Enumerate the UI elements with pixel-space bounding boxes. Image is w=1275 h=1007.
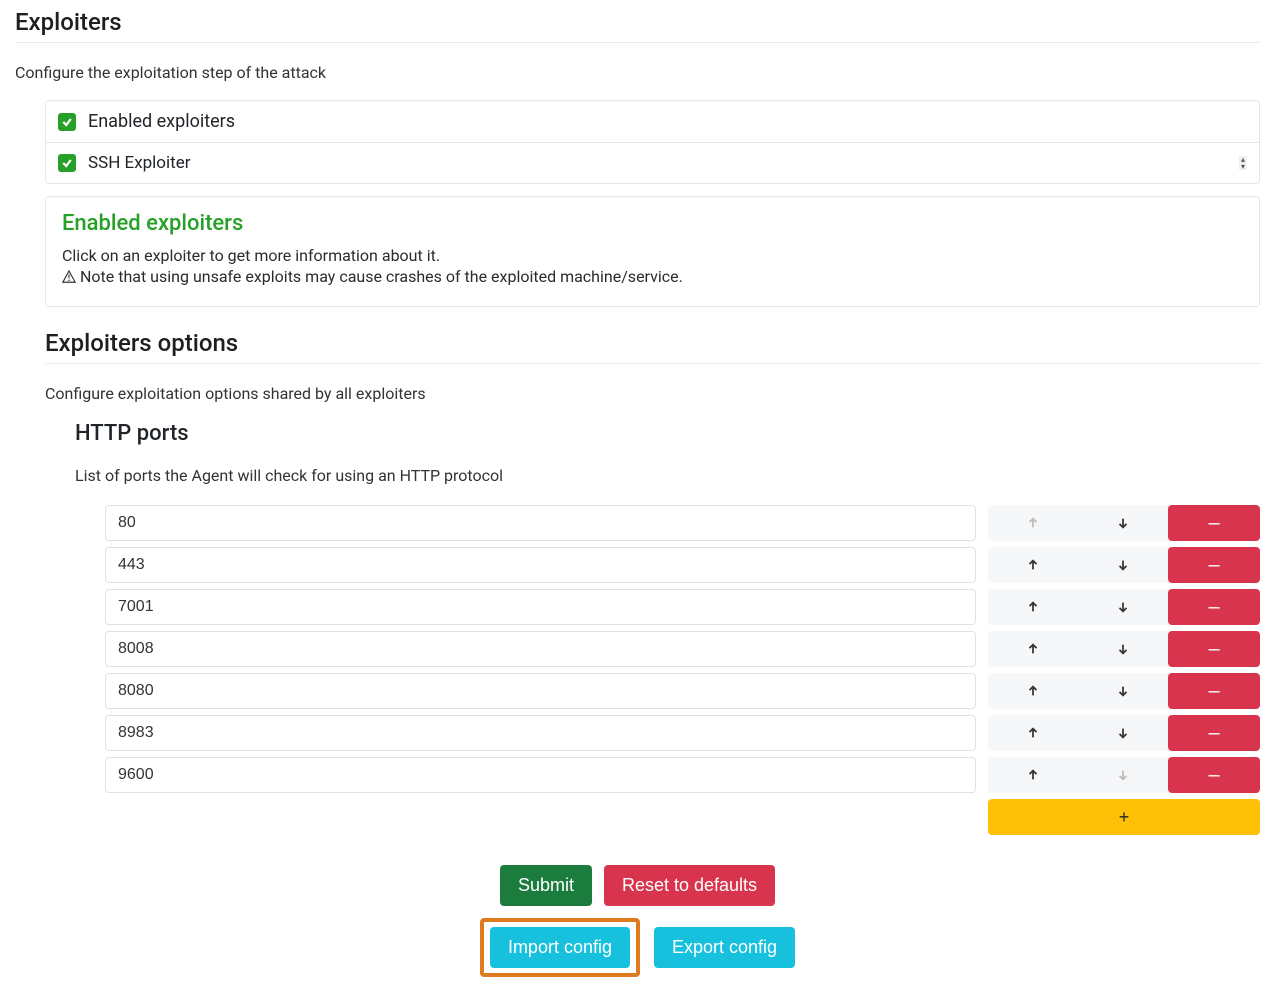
- port-row-controls: –: [988, 505, 1260, 541]
- exploiters-desc: Configure the exploitation step of the a…: [15, 63, 1260, 82]
- port-row: –: [105, 757, 1260, 793]
- port-row: –: [105, 631, 1260, 667]
- exploiters-options-heading: Exploiters options: [45, 329, 1260, 364]
- move-down-button[interactable]: [1078, 631, 1168, 667]
- move-up-button[interactable]: [988, 631, 1078, 667]
- http-ports-list: – – – – – – – +: [105, 505, 1260, 835]
- info-line-1: Click on an exploiter to get more inform…: [62, 246, 1243, 265]
- remove-port-button[interactable]: –: [1168, 547, 1260, 583]
- exploiter-item-row[interactable]: SSH Exploiter ▴ ▾: [46, 142, 1259, 183]
- info-line-2: Note that using unsafe exploits may caus…: [62, 267, 1243, 286]
- move-up-button[interactable]: [988, 673, 1078, 709]
- enabled-exploiters-panel: Enabled exploiters SSH Exploiter ▴ ▾: [45, 100, 1260, 184]
- reset-defaults-button[interactable]: Reset to defaults: [604, 865, 775, 906]
- port-input[interactable]: [105, 673, 976, 709]
- exploiters-options-desc: Configure exploitation options shared by…: [45, 384, 1260, 403]
- port-row-controls: –: [988, 673, 1260, 709]
- export-config-button[interactable]: Export config: [654, 927, 795, 968]
- enabled-exploiters-info: Enabled exploiters Click on an exploiter…: [45, 196, 1260, 307]
- exploiter-item-label: SSH Exploiter: [88, 153, 190, 173]
- import-highlight-frame: Import config: [480, 918, 640, 977]
- remove-port-button[interactable]: –: [1168, 715, 1260, 751]
- move-down-button[interactable]: [1078, 547, 1168, 583]
- port-row: –: [105, 589, 1260, 625]
- remove-port-button[interactable]: –: [1168, 631, 1260, 667]
- checkbox-checked-icon[interactable]: [58, 154, 76, 172]
- add-port-button[interactable]: +: [988, 799, 1260, 835]
- info-warning-text: Note that using unsafe exploits may caus…: [80, 267, 683, 286]
- remove-port-button[interactable]: –: [1168, 505, 1260, 541]
- spinner-control[interactable]: ▴ ▾: [1239, 156, 1247, 170]
- warning-icon: [62, 269, 76, 283]
- remove-port-button[interactable]: –: [1168, 673, 1260, 709]
- remove-port-button[interactable]: –: [1168, 589, 1260, 625]
- move-up-button[interactable]: [988, 547, 1078, 583]
- port-input[interactable]: [105, 547, 976, 583]
- port-input[interactable]: [105, 589, 976, 625]
- spinner-down-icon[interactable]: ▾: [1241, 163, 1245, 170]
- http-ports-desc: List of ports the Agent will check for u…: [75, 466, 1260, 485]
- port-input[interactable]: [105, 715, 976, 751]
- move-down-button[interactable]: [1078, 715, 1168, 751]
- port-row: –: [105, 673, 1260, 709]
- action-row-primary: Submit Reset to defaults: [15, 865, 1260, 906]
- enabled-exploiters-label: Enabled exploiters: [88, 111, 235, 132]
- enabled-exploiters-header-row[interactable]: Enabled exploiters: [46, 101, 1259, 142]
- port-row-controls: –: [988, 631, 1260, 667]
- move-down-button: [1078, 757, 1168, 793]
- move-down-button[interactable]: [1078, 505, 1168, 541]
- port-row: –: [105, 505, 1260, 541]
- port-input[interactable]: [105, 757, 976, 793]
- port-row: –: [105, 715, 1260, 751]
- checkbox-checked-icon[interactable]: [58, 113, 76, 131]
- remove-port-button[interactable]: –: [1168, 757, 1260, 793]
- move-up-button: [988, 505, 1078, 541]
- port-row: –: [105, 547, 1260, 583]
- action-row-secondary: Import config Export config: [15, 918, 1260, 977]
- port-row-controls: –: [988, 589, 1260, 625]
- move-up-button[interactable]: [988, 715, 1078, 751]
- move-down-button[interactable]: [1078, 589, 1168, 625]
- http-ports-heading: HTTP ports: [75, 421, 1260, 446]
- move-up-button[interactable]: [988, 757, 1078, 793]
- submit-button[interactable]: Submit: [500, 865, 592, 906]
- info-title: Enabled exploiters: [62, 211, 1243, 236]
- move-up-button[interactable]: [988, 589, 1078, 625]
- port-row-controls: –: [988, 547, 1260, 583]
- add-port-row: +: [105, 799, 1260, 835]
- exploiters-heading: Exploiters: [15, 8, 1260, 43]
- port-input[interactable]: [105, 631, 976, 667]
- port-row-controls: –: [988, 715, 1260, 751]
- move-down-button[interactable]: [1078, 673, 1168, 709]
- port-row-controls: –: [988, 757, 1260, 793]
- port-input[interactable]: [105, 505, 976, 541]
- import-config-button[interactable]: Import config: [490, 927, 630, 968]
